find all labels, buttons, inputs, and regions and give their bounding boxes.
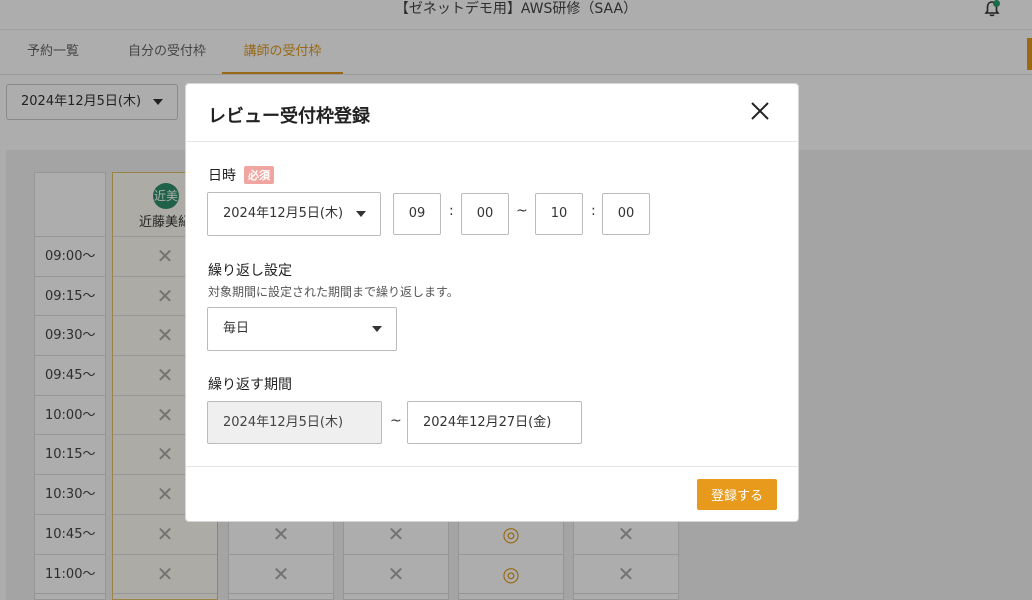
time-colon: :: [449, 203, 454, 219]
register-slot-modal: レビュー受付枠登録 日時 必須 2024年12月5日(木) 09 : 00 ~ 1…: [185, 83, 799, 522]
modal-header: レビュー受付枠登録: [186, 84, 798, 142]
end-hour-input[interactable]: 10: [535, 193, 583, 235]
period-tilde: ~: [390, 413, 402, 429]
range-tilde: ~: [516, 203, 528, 219]
repeat-dropdown-value: 毎日: [223, 321, 250, 336]
period-end-field[interactable]: 2024年12月27日(金): [407, 401, 582, 444]
date-dropdown-value: 2024年12月5日(木): [223, 206, 344, 221]
datetime-label: 日時 必須: [208, 165, 274, 185]
period-label: 繰り返す期間: [208, 377, 292, 393]
period-start-field: 2024年12月5日(木): [207, 401, 382, 444]
caret-down-icon: [372, 326, 382, 332]
datetime-label-text: 日時: [208, 168, 236, 184]
required-badge: 必須: [244, 166, 274, 184]
repeat-label: 繰り返し設定: [208, 263, 292, 279]
start-minute-input[interactable]: 00: [461, 193, 509, 235]
end-minute-input[interactable]: 00: [602, 193, 650, 235]
register-button[interactable]: 登録する: [697, 479, 777, 510]
time-colon: :: [591, 203, 596, 219]
caret-down-icon: [356, 211, 366, 217]
repeat-hint: 対象期間に設定された期間まで繰り返します。: [208, 285, 459, 299]
start-hour-input[interactable]: 09: [393, 193, 441, 235]
close-icon[interactable]: [748, 99, 772, 123]
modal-footer: 登録する: [186, 466, 798, 522]
modal-title: レビュー受付枠登録: [208, 106, 370, 127]
repeat-dropdown[interactable]: 毎日: [207, 307, 397, 351]
date-dropdown[interactable]: 2024年12月5日(木): [207, 192, 381, 236]
